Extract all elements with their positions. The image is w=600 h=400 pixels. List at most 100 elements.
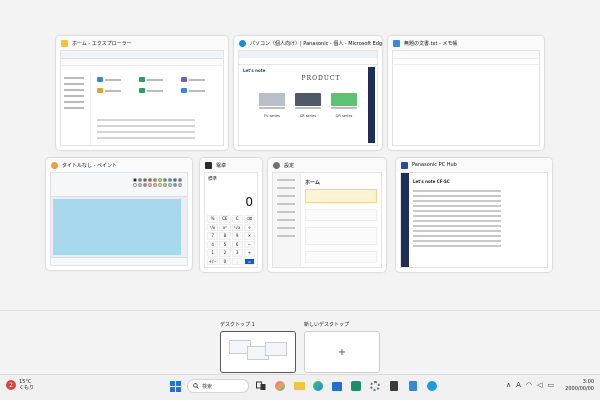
calculator-key: ¹/x [207, 223, 219, 231]
hub-sidebar [401, 173, 409, 267]
settings-page-title: ホーム [305, 180, 320, 186]
ime-indicator[interactable]: A [516, 381, 521, 389]
paint-canvas-area [51, 197, 187, 257]
laptop-image [331, 93, 357, 106]
window-title: パソコン（個人向け）| Panasonic - 個人 - Microsoft E… [250, 40, 382, 47]
calculator-key: x² [219, 223, 231, 231]
calculator-key: +/− [207, 257, 219, 265]
calculator-key: − [243, 240, 255, 248]
product-label: QR series [335, 114, 353, 118]
system-tray: ∧ A ◠ ◁ ▭ [506, 381, 554, 389]
clock[interactable]: 3:00 2000/00/00 [565, 379, 594, 393]
palette-swatch [138, 183, 142, 187]
calculator-icon [205, 161, 212, 169]
window-card-paint[interactable]: タイトルなし - ペイント [46, 158, 192, 270]
calculator-key: 4 [207, 240, 219, 248]
window-card-pc-hub[interactable]: Panasonic PC Hub Let's note CF-SC [396, 158, 552, 272]
store-icon[interactable] [330, 379, 344, 393]
window-card-calculator[interactable]: 電卓 標準 0 % CE C ⌫ ¹/x x² ²√x ÷ 7 8 9 × 4 5 6−1 2 3 + +/− 0. = [200, 158, 262, 272]
calculator-key: 8 [219, 232, 231, 240]
calculator-key: 6 [231, 240, 243, 248]
pc-hub-icon[interactable] [425, 379, 439, 393]
window-card-header: 設定 [268, 158, 386, 172]
notepad-menubar [393, 59, 539, 65]
copilot-icon[interactable] [273, 379, 287, 393]
weather-widget[interactable]: 2 15°C くもり [6, 379, 34, 391]
notepad-tabbar [393, 51, 539, 59]
edge-address-bar [239, 58, 377, 65]
edge-icon[interactable] [311, 379, 325, 393]
calculator-key: × [243, 232, 255, 240]
palette-swatch [158, 183, 162, 187]
chevron-up-icon[interactable]: ∧ [506, 381, 511, 389]
calculator-key: 2 [219, 249, 231, 257]
app-icon[interactable] [349, 379, 363, 393]
clock-time: 3:00 [582, 379, 594, 385]
settings-icon[interactable] [368, 379, 382, 393]
palette-swatch [178, 183, 182, 187]
calculator-icon[interactable] [387, 379, 401, 393]
palette-swatch [163, 183, 167, 187]
window-title: 電卓 [216, 162, 227, 169]
explorer-sidebar [61, 73, 91, 145]
edge-site-brand: Let's note [243, 68, 266, 73]
new-desktop-button[interactable]: + [304, 331, 380, 373]
paint-statusbar [51, 257, 187, 265]
hub-spec-list [413, 187, 501, 250]
window-preview [50, 172, 188, 266]
calculator-key: ²√x [231, 223, 243, 231]
pc-hub-icon [401, 161, 408, 169]
edge-tabbar [239, 51, 377, 58]
search-icon [193, 383, 199, 389]
calculator-display: 0 [245, 195, 253, 209]
taskbar-pinned-apps: 検索 [168, 379, 439, 393]
window-card-header: パソコン（個人向け）| Panasonic - 個人 - Microsoft E… [234, 36, 382, 50]
file-explorer-icon[interactable] [292, 379, 306, 393]
calculator-key: . [231, 257, 243, 265]
window-card-header: ホーム - エクスプローラー [56, 36, 228, 50]
hub-model: Let's note CF-SC [413, 179, 450, 184]
desktop-label: 新しいデスクトップ [304, 322, 350, 328]
add-icon: + [337, 346, 347, 358]
search-box[interactable]: 検索 [187, 379, 249, 393]
start-icon[interactable] [168, 379, 182, 393]
desktop-1[interactable]: デスクトップ 1 [220, 321, 296, 373]
window-card-notepad[interactable]: 無題の文書.txt - メモ帳 [388, 36, 544, 150]
paint-color-palette [133, 178, 182, 187]
product-sr: SR series [295, 93, 321, 118]
window-title: タイトルなし - ペイント [62, 162, 117, 169]
calculator-key: ⌫ [243, 215, 255, 223]
calculator-key: 1 [207, 249, 219, 257]
new-desktop[interactable]: 新しいデスクトップ + [304, 321, 380, 373]
product-label: FV series [264, 114, 280, 118]
window-preview [392, 50, 540, 146]
settings-card [305, 227, 377, 245]
window-title: 設定 [284, 162, 295, 169]
battery-icon[interactable]: ▭ [547, 381, 554, 389]
palette-swatch [173, 178, 177, 182]
paint-canvas [53, 199, 181, 255]
volume-icon[interactable]: ◁ [537, 381, 542, 389]
calculator-keypad: % CE C ⌫ ¹/x x² ²√x ÷ 7 8 9 × 4 5 6− 1 2 3 + +/− 0. = [207, 215, 255, 265]
notepad-icon[interactable] [406, 379, 420, 393]
window-card-file-explorer[interactable]: ホーム - エクスプローラー [56, 36, 228, 150]
calculator-key: = [243, 257, 255, 265]
product-label: SR series [299, 114, 317, 118]
calculator-key: ÷ [243, 223, 255, 231]
window-title: 無題の文書.txt - メモ帳 [404, 40, 458, 47]
task-view-icon[interactable] [254, 379, 268, 393]
window-card-edge[interactable]: パソコン（個人向け）| Panasonic - 個人 - Microsoft E… [234, 36, 382, 150]
notepad-icon [393, 39, 400, 47]
window-preview: 標準 0 % CE C ⌫ ¹/x x² ²√x ÷ 7 8 9 × 4 5 6−1 2 3 + +/− 0. = [204, 172, 258, 268]
calculator-mode: 標準 [208, 177, 217, 182]
settings-banner [305, 189, 377, 203]
palette-swatch [168, 183, 172, 187]
palette-swatch [133, 178, 137, 182]
window-preview [60, 50, 224, 146]
palette-swatch [143, 183, 147, 187]
palette-swatch [173, 183, 177, 187]
window-card-settings[interactable]: 設定 ホーム [268, 158, 386, 272]
calculator-key: 3 [231, 249, 243, 257]
desktop-thumbnail[interactable] [220, 331, 296, 373]
wifi-icon[interactable]: ◠ [526, 381, 532, 389]
